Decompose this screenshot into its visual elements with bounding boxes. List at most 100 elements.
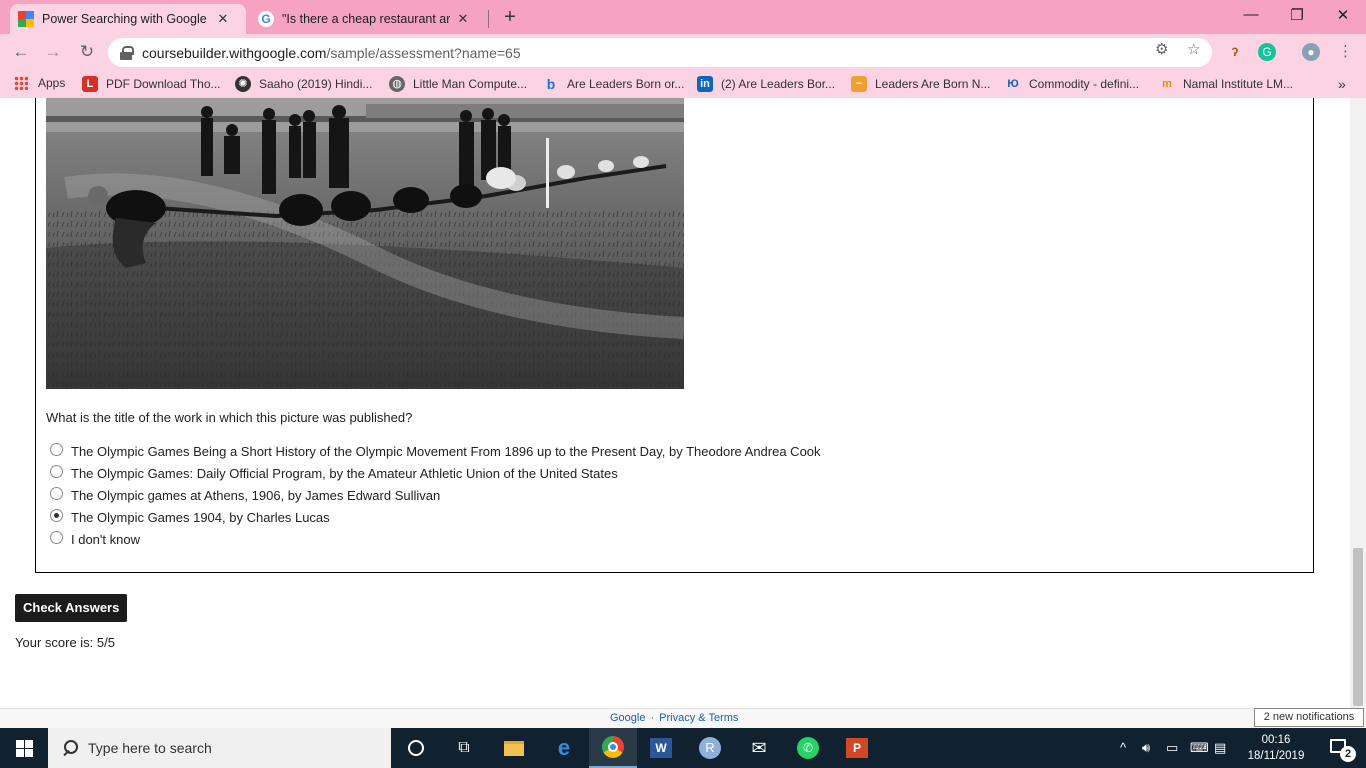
clock-date: 18/11/2019 (1247, 750, 1305, 762)
mail-icon[interactable]: ✉ (735, 728, 783, 768)
bookmark-namal[interactable]: m Namal Institute LM... (1159, 76, 1293, 92)
clock-time: 00:16 (1261, 734, 1291, 746)
radio-button[interactable] (50, 487, 63, 500)
bookmark-linkedin[interactable]: in (2) Are Leaders Bor... (697, 76, 835, 92)
footer-separator: · (650, 712, 655, 724)
bookmark-little-man[interactable]: ◍ Little Man Compute... (389, 76, 527, 92)
close-window-icon[interactable]: ✕ (1320, 6, 1366, 24)
language-icon[interactable]: ⌨ (1190, 740, 1209, 756)
menu-kebab-icon[interactable]: ⋮ (1338, 42, 1353, 60)
bookmark-commodity[interactable]: Ю Commodity - defini... (1005, 76, 1139, 92)
answer-option-5[interactable]: I don't know (50, 531, 140, 547)
grammarly-icon[interactable]: G (1258, 43, 1276, 61)
forward-arrow-icon[interactable]: → (42, 42, 64, 62)
scrollbar-thumb[interactable] (1353, 548, 1363, 706)
tab-divider (488, 10, 489, 28)
chrome-icon[interactable] (589, 728, 637, 768)
r-app-icon[interactable]: R (686, 728, 734, 768)
bookmark-saaho[interactable]: ✺ Saaho (2019) Hindi... (235, 76, 372, 92)
url-host: coursebuilder.withgoogle.com (142, 44, 327, 61)
file-explorer-icon[interactable] (490, 728, 538, 768)
url-path: /sample/assessment?name=65 (326, 44, 521, 61)
radio-button[interactable] (50, 443, 63, 456)
bookmark-label: Commodity - defini... (1029, 77, 1140, 91)
word-icon[interactable]: W (637, 728, 685, 768)
notification-count-badge: 2 (1340, 746, 1356, 762)
reload-icon[interactable]: ↻ (76, 42, 98, 62)
answer-option-2[interactable]: The Olympic Games: Daily Official Progra… (50, 465, 618, 481)
page-scrollbar[interactable] (1350, 98, 1366, 708)
site-settings-icon[interactable]: ⚙ (1155, 40, 1168, 58)
windows-start-icon[interactable] (0, 728, 48, 768)
taskbar-search-box[interactable]: Type here to search (48, 728, 391, 768)
whatsapp-icon[interactable]: ✆ (784, 728, 832, 768)
bookmark-pdf-download[interactable]: L PDF Download Tho... (82, 76, 221, 92)
answer-option-4[interactable]: The Olympic Games 1904, by Charles Lucas (50, 509, 330, 525)
film-reel-icon: ✺ (235, 76, 251, 92)
restore-icon[interactable]: ❐ (1274, 6, 1320, 24)
tab-title: Power Searching with Google - (42, 12, 210, 26)
check-answers-button[interactable]: Check Answers (15, 594, 128, 622)
tab-cheap-restaurant[interactable]: G "Is there a cheap restaurant arou ✕ (250, 4, 486, 34)
bookmark-label: Little Man Compute... (413, 77, 528, 91)
site-icon: ~ (851, 76, 867, 92)
show-hidden-icons-chevron-icon[interactable]: ^ (1120, 740, 1126, 755)
tab-title: "Is there a cheap restaurant arou (282, 12, 450, 26)
keyboard-icon[interactable]: ▤ (1214, 740, 1226, 756)
bookmark-apps[interactable]: Apps (14, 76, 65, 90)
back-arrow-icon[interactable]: ← (10, 42, 32, 62)
bookmark-label: Namal Institute LM... (1183, 77, 1294, 91)
bookmark-star-icon[interactable]: ☆ (1187, 40, 1200, 58)
bookmark-label: Are Leaders Born or... (567, 77, 685, 91)
option-label: The Olympic Games Being a Short History … (71, 444, 821, 459)
score-text: Your score is: 5/5 (15, 635, 115, 650)
lock-icon (120, 45, 134, 60)
option-label: The Olympic Games 1904, by Charles Lucas (71, 510, 330, 525)
apps-grid-icon (14, 76, 28, 90)
new-tab-plus-icon[interactable]: + (500, 6, 520, 29)
moodle-icon: m (1162, 78, 1172, 90)
radio-button-selected[interactable] (50, 509, 63, 522)
browser-tab-strip: Power Searching with Google - ✕ G "Is th… (0, 0, 1366, 34)
dictionary-icon: Ю (1007, 78, 1019, 90)
network-icon[interactable]: ▭ (1166, 740, 1178, 756)
bookmarks-bar: Apps L PDF Download Tho... ✺ Saaho (2019… (0, 70, 1366, 98)
taskbar-search-placeholder: Type here to search (88, 740, 212, 756)
tab-power-searching[interactable]: Power Searching with Google - ✕ (10, 4, 246, 34)
task-view-icon[interactable]: ⧉ (440, 728, 488, 768)
google-g-icon: G (258, 11, 274, 27)
extension-icon[interactable]: ʔ (1226, 43, 1244, 61)
globe-icon: ◍ (389, 76, 405, 92)
bookmark-label: (2) Are Leaders Bor... (721, 77, 836, 91)
bookmarks-overflow-chevron-icon[interactable]: » (1338, 76, 1346, 92)
minimize-icon[interactable]: — (1228, 6, 1274, 23)
answer-option-3[interactable]: The Olympic games at Athens, 1906, by Ja… (50, 487, 441, 503)
option-label: The Olympic games at Athens, 1906, by Ja… (71, 488, 441, 503)
action-center-icon[interactable]: 2 (1318, 728, 1366, 768)
bookmark-leaders-are-born[interactable]: ~ Leaders Are Born N... (851, 76, 990, 92)
linkedin-icon: in (697, 76, 713, 92)
windows-taskbar: Type here to search ⧉ e W R ✉ ✆ P ^ 🔊︎ ▭… (0, 728, 1366, 768)
google-link[interactable]: Google (610, 712, 645, 724)
close-tab-icon[interactable]: ✕ (216, 11, 230, 27)
radio-button[interactable] (50, 531, 63, 544)
pdf-icon: L (82, 76, 98, 92)
option-label: I don't know (71, 532, 140, 547)
close-tab-icon[interactable]: ✕ (456, 11, 470, 27)
address-bar[interactable]: coursebuilder.withgoogle.com/sample/asse… (108, 38, 1212, 67)
privacy-terms-link[interactable]: Privacy & Terms (659, 712, 738, 724)
answer-option-1[interactable]: The Olympic Games Being a Short History … (50, 443, 821, 459)
bing-icon: b (546, 76, 556, 92)
radio-button[interactable] (50, 465, 63, 478)
edge-icon[interactable]: e (540, 728, 588, 768)
system-clock[interactable]: 00:16 18/11/2019 (1244, 732, 1308, 764)
powerpoint-icon[interactable]: P (833, 728, 881, 768)
search-icon (62, 740, 78, 756)
bookmark-label: Leaders Are Born N... (875, 77, 991, 91)
bookmark-are-leaders-born[interactable]: b Are Leaders Born or... (543, 76, 685, 92)
cortana-icon[interactable] (392, 728, 440, 768)
profile-avatar[interactable]: ● (1302, 43, 1320, 61)
page-viewport: What is the title of the work in which t… (0, 98, 1350, 708)
volume-icon[interactable]: 🔊︎ (1142, 740, 1150, 756)
bookmark-label: PDF Download Tho... (106, 77, 221, 91)
